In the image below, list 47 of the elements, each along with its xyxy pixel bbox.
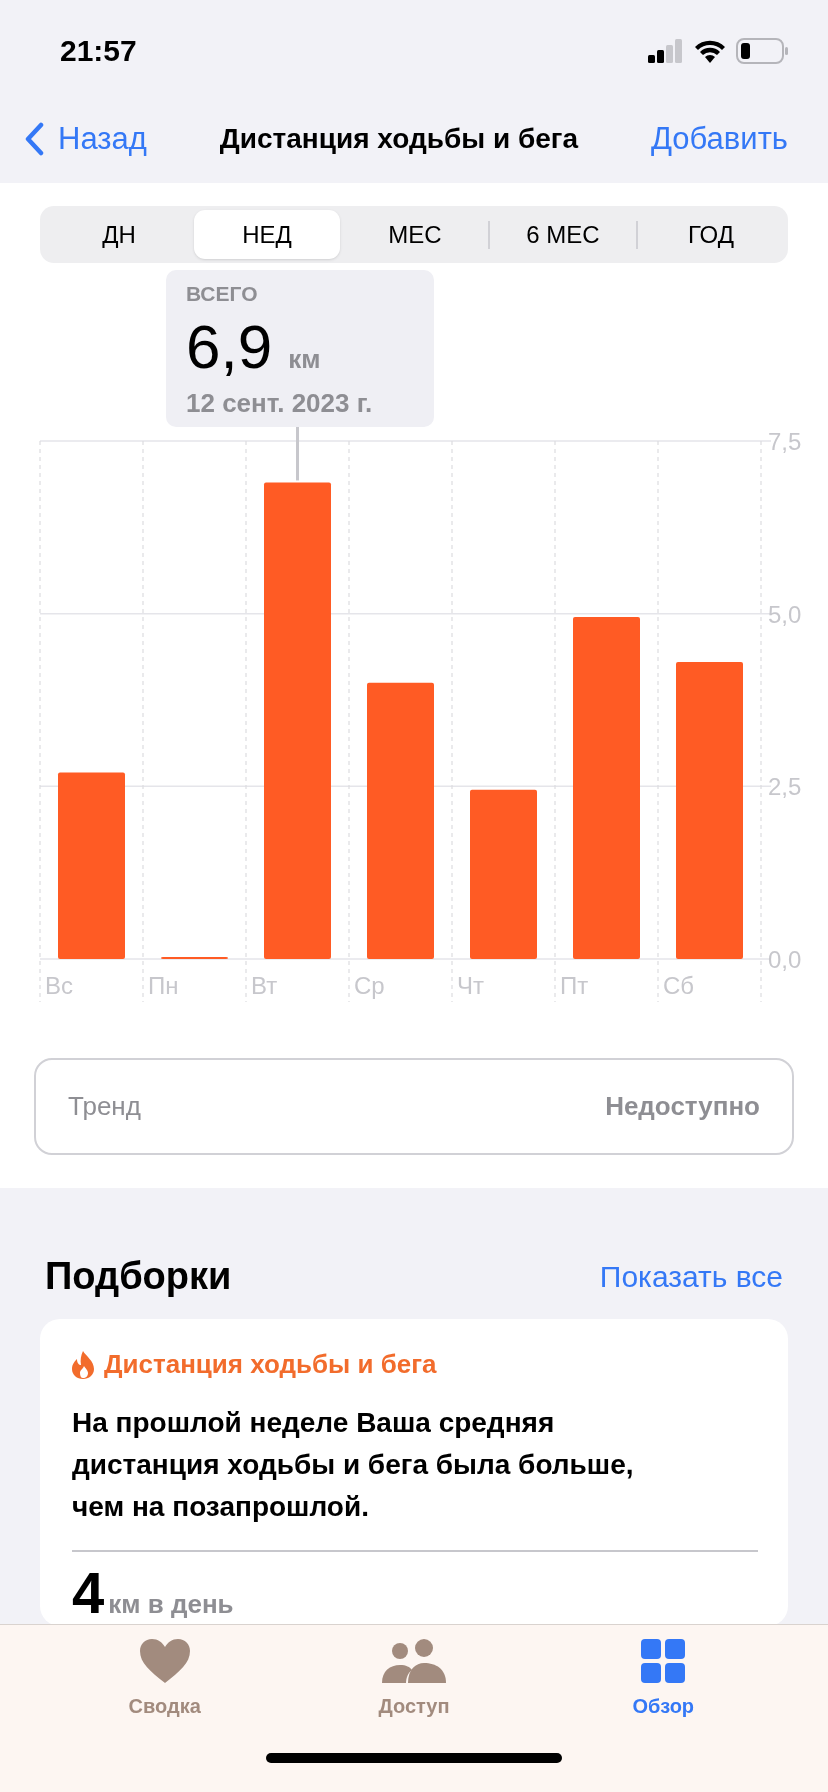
back-button[interactable]: Назад bbox=[24, 115, 147, 163]
trend-value: Недоступно bbox=[605, 1090, 760, 1123]
axis-label: 7,5 bbox=[768, 428, 802, 455]
day-label: Вс bbox=[45, 972, 73, 999]
period-tab[interactable]: 6 МЕС bbox=[490, 210, 636, 259]
show-all-link[interactable]: Показать все bbox=[599, 1254, 783, 1299]
period-tab[interactable]: НЕД bbox=[194, 210, 340, 259]
axis-label: 0,0 bbox=[768, 946, 802, 973]
period-tab[interactable]: МЕС bbox=[342, 210, 488, 259]
bar[interactable] bbox=[161, 956, 228, 959]
axis-label: 2,5 bbox=[768, 773, 802, 801]
battery-icon bbox=[736, 37, 788, 64]
day-label: Ср bbox=[354, 972, 385, 999]
add-button[interactable]: Добавить bbox=[651, 115, 788, 163]
grid-icon bbox=[641, 1639, 686, 1683]
trend-row[interactable]: Тренд Недоступно bbox=[34, 1058, 794, 1155]
summary-date: 12 сент. 2023 г. bbox=[186, 386, 374, 420]
tab-bar-item[interactable]: Сводка bbox=[84, 1639, 245, 1721]
flame-icon bbox=[72, 1350, 94, 1379]
day-label: Пт bbox=[560, 972, 589, 999]
card-category: Дистанция ходьбы и бега bbox=[104, 1348, 437, 1381]
chevron-left-icon bbox=[24, 122, 44, 156]
heart-icon bbox=[139, 1639, 190, 1683]
card-unit: км в день bbox=[108, 1587, 234, 1621]
screen-title: Дистанция ходьбы и бега bbox=[219, 122, 578, 156]
status-time: 21:57 bbox=[60, 33, 137, 69]
period-tab[interactable]: ГОД bbox=[638, 210, 784, 259]
trend-label: Тренд bbox=[68, 1090, 141, 1123]
leader-line bbox=[296, 427, 299, 481]
axis-label: 5,0 bbox=[768, 600, 802, 628]
card-value: 4 bbox=[72, 1563, 105, 1622]
period-tab[interactable]: ДН bbox=[46, 210, 192, 259]
day-label: Сб bbox=[663, 972, 695, 999]
tab-bar-item[interactable]: Обзор bbox=[583, 1639, 744, 1721]
people-icon bbox=[382, 1639, 446, 1683]
wifi-icon bbox=[694, 38, 726, 63]
day-label: Пн bbox=[148, 972, 179, 999]
card-text: На прошлой неделе Ваша средняя дистанция ходьбы и бега была больше, чем на позапрошлой. bbox=[72, 1406, 635, 1524]
summary-unit: км bbox=[288, 345, 321, 372]
summary-label: ВСЕГО bbox=[186, 281, 259, 307]
section-title: Подборки bbox=[45, 1254, 232, 1299]
tab-bar-item[interactable]: Доступ bbox=[334, 1639, 494, 1721]
day-label: Чт bbox=[457, 972, 484, 999]
summary-value: 6,9 bbox=[186, 315, 273, 378]
signal-icon bbox=[648, 38, 684, 63]
day-label: Вт bbox=[251, 972, 278, 999]
highlight-card[interactable]: Дистанция ходьбы и бега На прошлой неделе Ваша средняя дистанция ходьбы и бега была больше, чем на позапрошлой. 4 км в день bbox=[40, 1319, 788, 1626]
